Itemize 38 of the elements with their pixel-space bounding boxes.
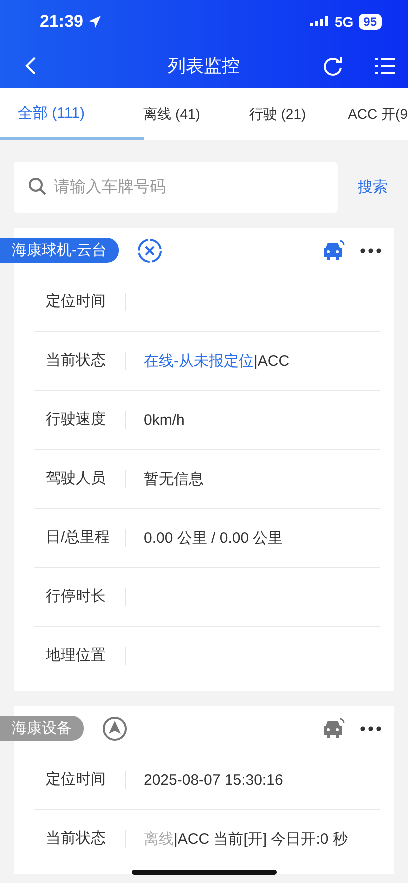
field-label: 当前状态 [34, 352, 126, 370]
field-value: |ACC [254, 352, 290, 370]
field-label: 定位时间 [34, 293, 126, 311]
field-label: 当前状态 [34, 830, 126, 848]
field-label: 驾驶人员 [34, 470, 126, 488]
car-icon[interactable] [322, 718, 346, 740]
battery-level: 95 [358, 14, 382, 30]
vehicle-name-tag[interactable]: 海康球机-云台 [0, 238, 119, 263]
search-icon [28, 177, 48, 197]
field-label: 行停时长 [34, 588, 126, 606]
field-value: |ACC 当前[开] 今日开:0 秒 [174, 830, 348, 848]
page-title: 列表监控 [167, 55, 241, 78]
filter-tab[interactable]: 离线 (41) [144, 88, 250, 140]
network-label: 5G [334, 14, 354, 30]
status-time: 21:39 [40, 12, 84, 32]
field-label: 地理位置 [34, 647, 126, 665]
field-value: 暂无信息 [144, 470, 204, 488]
filter-tab[interactable]: 行驶 (21) [249, 88, 348, 140]
more-icon[interactable] [360, 248, 382, 254]
list-menu-icon[interactable] [374, 55, 396, 77]
car-icon[interactable] [322, 240, 346, 262]
refresh-icon[interactable] [322, 55, 344, 77]
filter-tab[interactable]: 全部 (111) [0, 88, 144, 140]
field-label: 日/总里程 [34, 529, 126, 547]
status-text: 离线 [144, 830, 174, 848]
location-arrow-icon [88, 15, 102, 29]
vehicle-name-tag[interactable]: 海康设备 [0, 716, 84, 741]
more-icon[interactable] [360, 726, 382, 732]
status-text: 在线-从未报定位 [144, 352, 254, 370]
filter-tab[interactable]: ACC 开(9 [348, 88, 408, 140]
search-field[interactable]: 请输入车牌号码 [14, 162, 338, 213]
search-button[interactable]: 搜索 [358, 178, 388, 197]
field-value: 0.00 公里 / 0.00 公里 [144, 530, 284, 546]
field-label: 行驶速度 [34, 411, 126, 429]
field-value: 0km/h [144, 412, 185, 428]
field-label: 定位时间 [34, 771, 126, 789]
signal-icon [310, 16, 330, 28]
field-value: 2025-08-07 15:30:16 [144, 772, 284, 788]
